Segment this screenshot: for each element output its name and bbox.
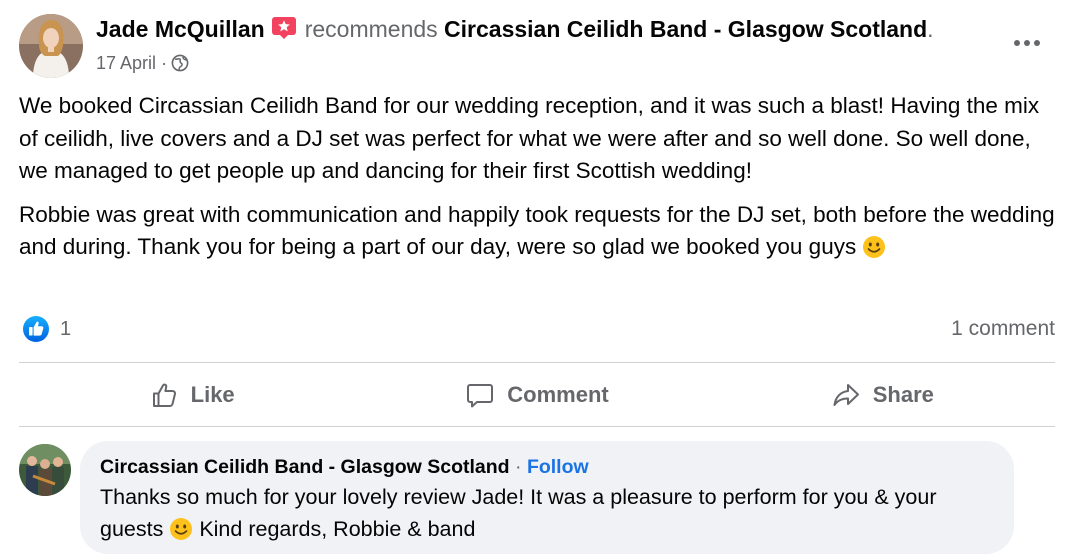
post-header: Jade McQuillan recommends Circassian Ceil… [96, 14, 934, 44]
comment-bubble: Circassian Ceilidh Band - Glasgow Scotla… [80, 441, 1014, 554]
share-icon [833, 384, 859, 406]
smiley-emoji-icon [169, 517, 193, 541]
recommendation-star-icon [271, 16, 297, 40]
more-options-button[interactable] [1006, 26, 1048, 60]
commenter-name[interactable]: Circassian Ceilidh Band - Glasgow Scotla… [100, 456, 510, 478]
review-post: Jade McQuillan recommends Circassian Ceil… [0, 0, 1074, 556]
post-body: We booked Circassian Ceilidh Band for ou… [19, 90, 1059, 275]
post-paragraph: Robbie was great with communication and … [19, 201, 1055, 260]
like-reaction-icon [23, 316, 49, 342]
reaction-count: 1 [60, 317, 72, 340]
comment-header: Circassian Ceilidh Band - Glasgow Scotla… [100, 454, 994, 480]
post-meta: 17 April · [96, 50, 189, 76]
more-options-icon [1014, 40, 1040, 46]
globe-icon [171, 53, 189, 72]
author-name[interactable]: Jade McQuillan [96, 16, 265, 42]
divider [19, 426, 1055, 427]
like-button[interactable]: Like [19, 366, 364, 424]
like-label: Like [190, 382, 235, 407]
share-label: Share [872, 382, 934, 407]
follow-button[interactable]: Follow [527, 456, 589, 478]
page-name-link[interactable]: Circassian Ceilidh Band - Glasgow Scotla… [444, 16, 927, 42]
reactions-summary[interactable]: 1 [22, 314, 71, 344]
recommends-text: recommends [304, 16, 438, 42]
comment-separator: · [515, 456, 522, 478]
commenter-avatar[interactable] [19, 444, 71, 496]
comment-label: Comment [507, 382, 609, 407]
header-period: . [927, 16, 934, 42]
comment-icon [467, 384, 494, 408]
post-actions: Like Comment Share [19, 366, 1055, 424]
smiley-emoji-icon [862, 235, 886, 259]
thumbs-up-icon [152, 383, 176, 407]
post-date[interactable]: 17 April [96, 53, 156, 73]
comment-text: Thanks so much for your lovely review Ja… [100, 485, 937, 541]
meta-separator: · [161, 53, 168, 73]
share-button[interactable]: Share [710, 366, 1055, 424]
author-avatar[interactable] [19, 14, 83, 78]
post-paragraph: We booked Circassian Ceilidh Band for ou… [19, 93, 1040, 183]
divider [19, 362, 1055, 363]
comment-button[interactable]: Comment [364, 366, 709, 424]
comment-count-link[interactable]: 1 comment [951, 314, 1055, 344]
